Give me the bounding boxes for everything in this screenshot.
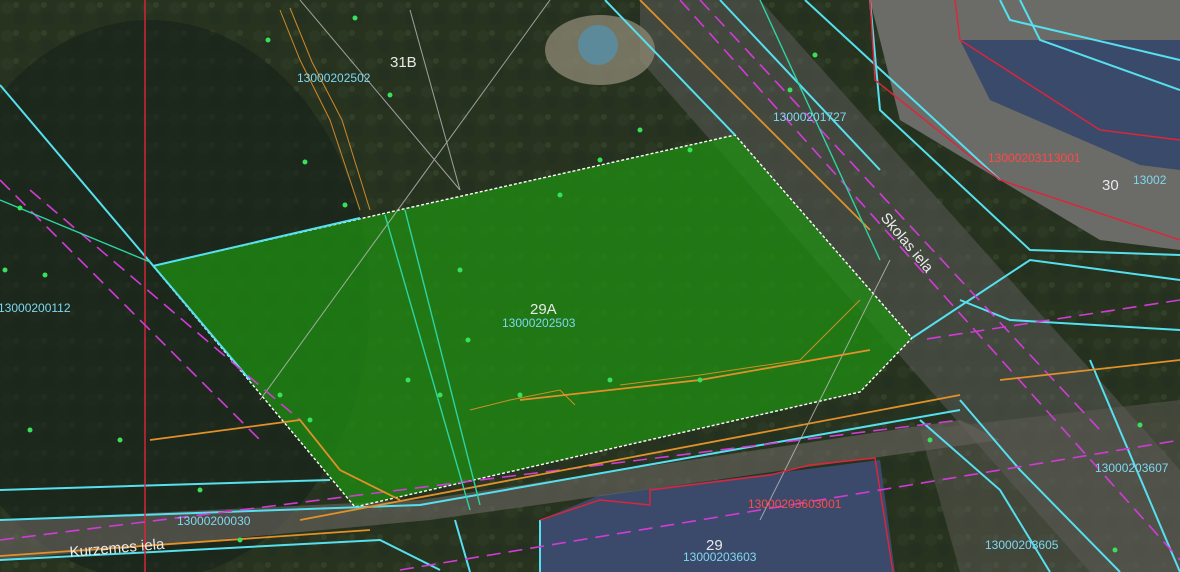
parcel-label[interactable]: 13000200112 — [0, 301, 71, 315]
building-label[interactable]: 13000203603001 — [748, 497, 842, 511]
parcel-label[interactable]: 13002 — [1133, 173, 1167, 187]
house-number[interactable]: 30 — [1102, 177, 1119, 194]
cadastral-map[interactable]: 13000202502 13000201727 13000200112 1300… — [0, 0, 1180, 572]
house-number[interactable]: 29 — [706, 537, 723, 554]
parcel-label[interactable]: 13000201727 — [773, 110, 847, 124]
house-number[interactable]: 31B — [390, 54, 417, 71]
parcel-label[interactable]: 13000202502 — [297, 71, 371, 85]
selected-parcel-id[interactable]: 13000202503 — [502, 316, 576, 330]
building-label[interactable]: 13000203113001 — [988, 151, 1081, 165]
parcel-label[interactable]: 13000203605 — [985, 538, 1059, 552]
parcel-label[interactable]: 13000203607 — [1095, 461, 1169, 475]
selected-parcel-number[interactable]: 29A — [530, 301, 557, 318]
map-canvas[interactable]: 13000202502 13000201727 13000200112 1300… — [0, 0, 1180, 572]
parcel-label[interactable]: 13000200030 — [177, 514, 251, 528]
